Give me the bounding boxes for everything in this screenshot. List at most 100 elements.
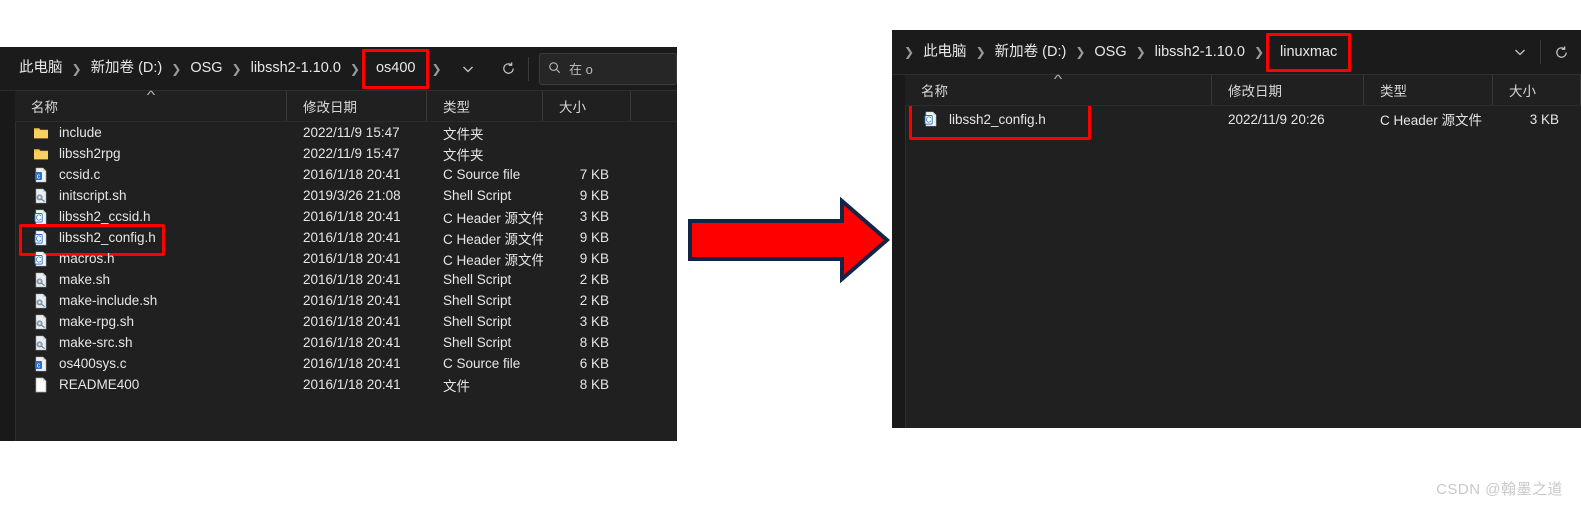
file-list-right[interactable]: Clibssh2_config.h 2022/11/9 20:26 C Header… [905, 106, 1581, 428]
table-row[interactable]: Clibssh2_ccsid.h 2016/1/18 20:41 C Header … [15, 206, 677, 227]
file-name-cell[interactable]: make-src.sh [15, 335, 287, 351]
address-bar-right[interactable]: ❯ 此电脑 ❯ 新加卷 (D:) ❯ OSG ❯ libssh2-1.10.0 … [892, 30, 1581, 75]
file-name-cell[interactable]: make-rpg.sh [15, 314, 287, 330]
file-size-cell: 8 KB [579, 377, 609, 392]
breadcrumb-item-3[interactable]: libssh2-1.10.0 [248, 58, 344, 79]
file-size-cell: 2 KB [579, 272, 609, 287]
file-size-cell: 9 KB [579, 188, 609, 203]
file-size-cell: 6 KB [579, 356, 609, 371]
file-name-cell[interactable]: Cmacros.h [15, 251, 287, 267]
column-header-date[interactable]: 修改日期 [1212, 75, 1364, 105]
file-size-cell: 9 KB [579, 251, 609, 266]
table-row[interactable]: initscript.sh 2019/3/26 21:08 Shell Script… [15, 185, 677, 206]
file-size-cell: 3 KB [1529, 111, 1559, 127]
table-row[interactable]: make-src.sh 2016/1/18 20:41 Shell Script 8 … [15, 332, 677, 353]
table-row[interactable]: README400 2016/1/18 20:41 文件 8 KB [15, 374, 677, 395]
file-name-label: make-src.sh [59, 335, 133, 350]
file-date-cell: 2016/1/18 20:41 [303, 167, 401, 182]
c-header-icon: C [33, 230, 49, 246]
table-row[interactable]: libssh2rpg 2022/11/9 15:47 文件夹 [15, 143, 677, 164]
file-type-cell: C Header 源文件 [1380, 113, 1483, 128]
file-type-cell: Shell Script [443, 335, 512, 350]
column-header-name[interactable]: 名称 [905, 75, 1212, 105]
file-name-cell[interactable]: include [15, 125, 287, 141]
column-header-date[interactable]: 修改日期 [287, 91, 427, 121]
column-header-type[interactable]: 类型 [427, 91, 543, 121]
file-size-cell: 7 KB [579, 167, 609, 182]
table-row[interactable]: make-rpg.sh 2016/1/18 20:41 Shell Script 3 … [15, 311, 677, 332]
file-name-cell[interactable]: c ccsid.c [15, 167, 287, 183]
table-row[interactable]: Clibssh2_config.h 2022/11/9 20:26 C Header… [905, 106, 1581, 140]
svg-text:C: C [36, 255, 42, 264]
table-row[interactable]: Cmacros.h 2016/1/18 20:41 C Header 源文件 9 KB [15, 248, 677, 269]
column-header-size[interactable]: 大小 [543, 91, 631, 121]
file-date-cell: 2022/11/9 20:26 [1228, 111, 1325, 127]
file-name-cell[interactable]: make.sh [15, 272, 287, 288]
breadcrumb-item-2[interactable]: OSG [1091, 42, 1129, 63]
svg-text:C: C [36, 213, 42, 222]
breadcrumb-item-current[interactable]: os400 [361, 49, 429, 89]
column-header-row-right: 名称 修改日期 类型 大小 [905, 75, 1581, 106]
c-header-icon: C [33, 251, 49, 267]
breadcrumb-item-1[interactable]: 新加卷 (D:) [992, 42, 1070, 63]
address-bar-left[interactable]: 此电脑 ❯ 新加卷 (D:) ❯ OSG ❯ libssh2-1.10.0 ❯ … [0, 47, 677, 91]
chevron-down-icon[interactable] [448, 47, 488, 90]
file-name-cell[interactable]: c os400sys.c [15, 356, 287, 372]
file-date-cell: 2016/1/18 20:41 [303, 356, 401, 371]
file-date-cell: 2022/11/9 15:47 [303, 125, 400, 140]
file-name-cell[interactable]: initscript.sh [15, 188, 287, 204]
column-header-name[interactable]: 名称 [15, 91, 287, 121]
table-row[interactable]: Clibssh2_config.h 2016/1/18 20:41 C Header… [15, 224, 677, 256]
shell-icon [33, 293, 49, 309]
file-name-cell[interactable]: libssh2rpg [15, 146, 287, 162]
table-row[interactable]: c os400sys.c 2016/1/18 20:41 C Source file 6… [15, 353, 677, 374]
column-header-type[interactable]: 类型 [1364, 75, 1493, 105]
breadcrumb-left[interactable]: 此电脑 ❯ 新加卷 (D:) ❯ OSG ❯ libssh2-1.10.0 ❯ … [0, 47, 448, 90]
file-name-label: ccsid.c [59, 167, 101, 182]
breadcrumb-item-current[interactable]: linuxmac [1266, 32, 1352, 72]
column-header-row-left: 名称 修改日期 类型 大小 [15, 91, 677, 122]
table-row[interactable]: c ccsid.c 2016/1/18 20:41 C Source file 7 KB [15, 164, 677, 185]
file-size-cell: 3 KB [579, 209, 609, 224]
file-date-cell: 2016/1/18 20:41 [303, 230, 401, 245]
breadcrumb-item-0[interactable]: 此电脑 [16, 58, 66, 79]
svg-text:C: C [926, 115, 932, 124]
file-list-left[interactable]: include 2022/11/9 15:47 文件夹 libssh2rpg 2022/… [15, 122, 677, 441]
table-row[interactable]: make-include.sh 2016/1/18 20:41 Shell Scri… [15, 290, 677, 311]
file-size-cell: 9 KB [579, 230, 609, 245]
refresh-icon[interactable] [1541, 30, 1581, 74]
c-source-icon: c [33, 356, 49, 372]
file-type-cell: Shell Script [443, 188, 512, 203]
file-type-cell: 文件夹 [443, 126, 484, 142]
file-name-cell[interactable]: Clibssh2_config.h [15, 230, 287, 246]
file-name-cell[interactable]: Clibssh2_config.h [905, 111, 1212, 127]
shell-icon [33, 188, 49, 204]
breadcrumb-item-1[interactable]: 新加卷 (D:) [88, 58, 166, 79]
refresh-icon[interactable] [488, 47, 528, 90]
file-date-cell: 2016/1/18 20:41 [303, 251, 401, 266]
column-header-size[interactable]: 大小 [1493, 75, 1581, 105]
breadcrumb-separator-icon: ❯ [904, 45, 915, 59]
shell-icon [33, 335, 49, 351]
file-date-cell: 2016/1/18 20:41 [303, 293, 401, 308]
breadcrumb-item-0[interactable]: 此电脑 [920, 42, 970, 63]
file-name-cell[interactable]: make-include.sh [15, 293, 287, 309]
file-name-cell[interactable]: README400 [15, 377, 287, 393]
breadcrumb-separator-icon: ❯ [1253, 45, 1265, 59]
file-name-cell[interactable]: Clibssh2_ccsid.h [15, 209, 287, 225]
search-input[interactable]: 在 o [539, 52, 677, 85]
explorer-window-left: 此电脑 ❯ 新加卷 (D:) ❯ OSG ❯ libssh2-1.10.0 ❯ … [0, 47, 677, 441]
file-name-label: include [59, 125, 102, 140]
nav-rail-left [0, 47, 16, 441]
breadcrumb-right[interactable]: ❯ 此电脑 ❯ 新加卷 (D:) ❯ OSG ❯ libssh2-1.10.0 … [892, 30, 1500, 74]
file-type-cell: Shell Script [443, 293, 512, 308]
breadcrumb-separator-icon: ❯ [975, 45, 986, 59]
file-type-cell: Shell Script [443, 314, 512, 329]
file-date-cell: 2016/1/18 20:41 [303, 377, 401, 392]
shell-icon [33, 314, 49, 330]
table-row[interactable]: include 2022/11/9 15:47 文件夹 [15, 122, 677, 143]
breadcrumb-item-3[interactable]: libssh2-1.10.0 [1152, 42, 1248, 63]
chevron-down-icon[interactable] [1500, 30, 1540, 74]
breadcrumb-item-2[interactable]: OSG [187, 58, 225, 79]
table-row[interactable]: make.sh 2016/1/18 20:41 Shell Script 2 KB [15, 269, 677, 290]
